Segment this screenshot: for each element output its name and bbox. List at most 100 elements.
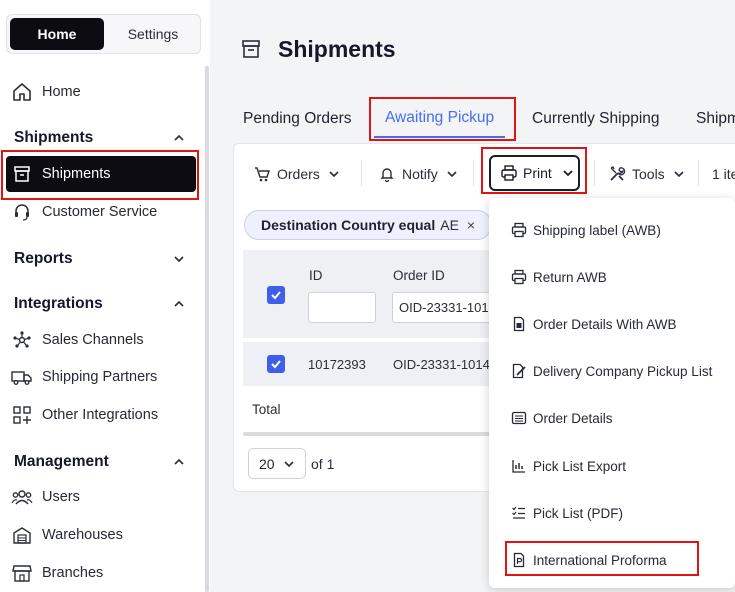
sidebar-item-home[interactable]: Home bbox=[10, 78, 81, 106]
print-menu: Shipping label (AWB) Return AWB Order De… bbox=[489, 198, 735, 588]
notify-button[interactable]: Notify bbox=[378, 163, 458, 185]
menu-item-pick-list-pdf[interactable]: Pick List (PDF) bbox=[511, 502, 623, 524]
chevron-down-icon bbox=[562, 167, 574, 179]
print-label: Print bbox=[523, 165, 552, 181]
sidebar-item-shipping-partners[interactable]: Shipping Partners bbox=[10, 363, 157, 391]
mode-home-button[interactable]: Home bbox=[10, 18, 104, 50]
menu-item-label: Delivery Company Pickup List bbox=[533, 363, 713, 379]
sidebar-item-label: Branches bbox=[42, 565, 104, 581]
chevron-down-icon bbox=[328, 168, 340, 180]
page-size-select[interactable]: 20 bbox=[248, 448, 306, 479]
items-count: 1 ite bbox=[712, 166, 735, 182]
sidebar-item-branches[interactable]: Branches bbox=[10, 559, 103, 587]
chevron-down-icon bbox=[446, 168, 458, 180]
sidebar-item-label: Warehouses bbox=[42, 527, 123, 543]
menu-item-return-awb[interactable]: Return AWB bbox=[511, 266, 607, 288]
sidebar-item-shipments[interactable]: Shipments bbox=[6, 156, 196, 192]
printer-icon bbox=[511, 222, 527, 238]
sidebar-item-label: Other Integrations bbox=[42, 407, 159, 423]
export-icon bbox=[511, 458, 527, 474]
tools-icon bbox=[608, 165, 626, 183]
menu-item-pick-list-export[interactable]: Pick List Export bbox=[511, 455, 626, 477]
mode-settings-button[interactable]: Settings bbox=[107, 18, 199, 50]
sidebar-item-label: Shipping Partners bbox=[42, 369, 158, 385]
sidebar-section-management[interactable]: Management bbox=[14, 450, 186, 474]
menu-item-order-details[interactable]: Order Details bbox=[511, 407, 613, 429]
column-header-id[interactable]: ID bbox=[309, 268, 323, 283]
section-label: Reports bbox=[14, 250, 73, 267]
orders-button[interactable]: Orders bbox=[253, 163, 340, 185]
tab-currently-shipping[interactable]: Currently Shipping bbox=[532, 100, 660, 138]
sidebar-item-label: Customer Service bbox=[42, 204, 158, 220]
select-all-checkbox[interactable] bbox=[267, 286, 285, 304]
truck-icon bbox=[10, 365, 34, 389]
network-icon bbox=[10, 328, 34, 352]
sidebar-item-label: Home bbox=[42, 84, 81, 100]
row-checkbox[interactable] bbox=[267, 355, 285, 373]
sidebar-item-other-integrations[interactable]: Other Integrations bbox=[10, 401, 158, 429]
column-header-order-id[interactable]: Order ID bbox=[393, 268, 445, 283]
order-id-filter-input[interactable]: OID-23331-1014 bbox=[392, 292, 492, 323]
table-hscrollbar[interactable] bbox=[243, 432, 493, 436]
chevron-down-icon bbox=[283, 458, 295, 470]
section-label: Integrations bbox=[14, 295, 103, 312]
tab-awaiting-pickup[interactable]: Awaiting Pickup bbox=[374, 100, 506, 138]
document-p-icon bbox=[511, 552, 527, 568]
close-icon[interactable]: × bbox=[467, 217, 475, 233]
printer-icon bbox=[511, 269, 527, 285]
section-label: Management bbox=[14, 453, 109, 470]
chevron-down-icon bbox=[673, 168, 685, 180]
id-filter-input[interactable] bbox=[308, 292, 376, 323]
sidebar-item-label: Sales Channels bbox=[42, 332, 144, 348]
menu-item-international-proforma[interactable]: International Proforma bbox=[511, 549, 667, 571]
filter-value: AE bbox=[440, 217, 459, 233]
tab-shipped[interactable]: Shipm bbox=[696, 100, 735, 138]
checkmark-icon bbox=[271, 291, 281, 300]
home-icon bbox=[10, 80, 34, 104]
section-label: Shipments bbox=[14, 129, 94, 146]
toolbar-divider bbox=[698, 160, 699, 186]
menu-item-label: Order Details With AWB bbox=[533, 316, 677, 332]
warehouse-icon bbox=[10, 523, 34, 547]
cell-order-id[interactable]: OID-23331-1014- bbox=[393, 357, 493, 372]
sidebar-item-users[interactable]: Users bbox=[10, 483, 80, 511]
headset-icon bbox=[10, 200, 34, 224]
checklist-icon bbox=[511, 505, 527, 521]
menu-item-pickup-list[interactable]: Delivery Company Pickup List bbox=[511, 360, 712, 382]
shipments-icon bbox=[240, 38, 264, 62]
chevron-up-icon bbox=[172, 131, 186, 145]
orders-label: Orders bbox=[277, 166, 320, 182]
filter-field: Destination Country equal bbox=[261, 217, 436, 233]
sidebar-section-integrations[interactable]: Integrations bbox=[14, 292, 186, 316]
toolbar-divider bbox=[361, 160, 362, 186]
tools-button[interactable]: Tools bbox=[608, 163, 685, 185]
printer-icon bbox=[500, 164, 518, 182]
checkmark-icon bbox=[271, 360, 281, 369]
page-size-value: 20 bbox=[259, 455, 275, 472]
sidebar-item-warehouses[interactable]: Warehouses bbox=[10, 521, 123, 549]
print-button[interactable]: Print bbox=[489, 155, 580, 191]
chevron-up-icon bbox=[172, 297, 186, 311]
sidebar-item-label: Users bbox=[42, 489, 80, 505]
page-header: Shipments bbox=[240, 36, 396, 63]
list-box-icon bbox=[511, 410, 527, 426]
tab-pending-orders[interactable]: Pending Orders bbox=[243, 100, 352, 138]
sidebar-item-sales-channels[interactable]: Sales Channels bbox=[10, 326, 144, 354]
filter-chip[interactable]: Destination Country equal AE × bbox=[244, 210, 492, 240]
menu-item-label: International Proforma bbox=[533, 552, 667, 568]
toolbar-divider bbox=[473, 160, 474, 186]
total-label: Total bbox=[252, 402, 281, 417]
app-root: Home Settings Home Shipments Shipments C… bbox=[0, 0, 735, 592]
cart-icon bbox=[253, 165, 271, 183]
menu-item-order-details-awb[interactable]: Order Details With AWB bbox=[511, 313, 677, 335]
sidebar-section-reports[interactable]: Reports bbox=[14, 247, 186, 271]
chevron-up-icon bbox=[172, 455, 186, 469]
sidebar-section-shipments[interactable]: Shipments bbox=[14, 126, 186, 150]
store-icon bbox=[10, 561, 34, 585]
page-count: of 1 bbox=[311, 456, 335, 472]
edit-document-icon bbox=[511, 363, 527, 379]
menu-item-shipping-label[interactable]: Shipping label (AWB) bbox=[511, 219, 661, 241]
users-icon bbox=[10, 485, 34, 509]
sidebar-scrollbar[interactable] bbox=[205, 66, 209, 592]
sidebar-item-customer-service[interactable]: Customer Service bbox=[10, 198, 157, 226]
